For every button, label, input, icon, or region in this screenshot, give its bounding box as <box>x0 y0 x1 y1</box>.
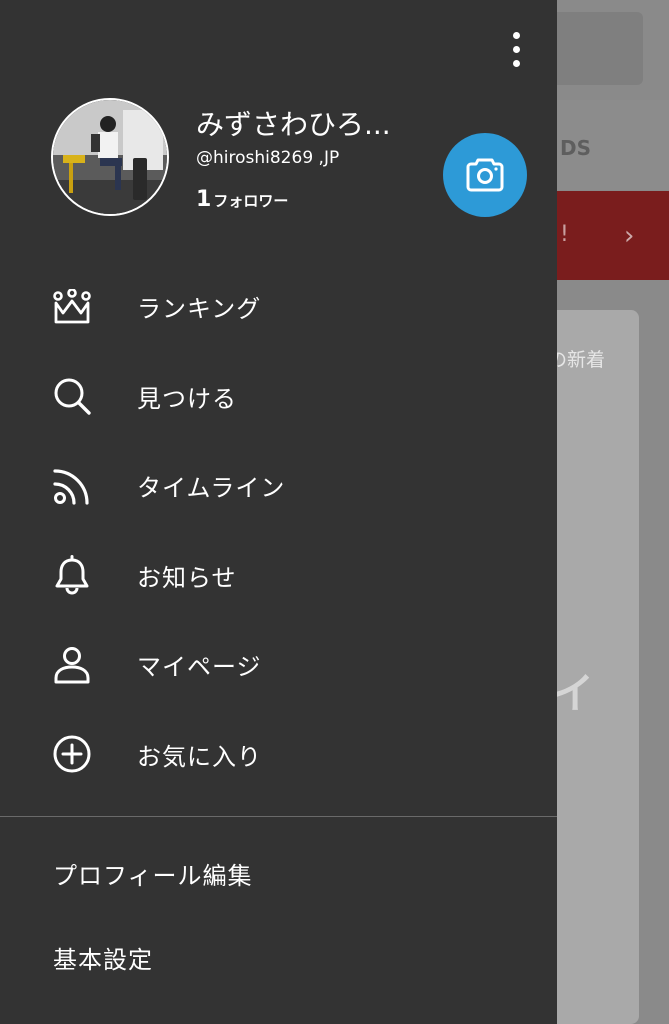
follower-count-value: 1 <box>196 187 212 212</box>
menu-item-label: お気に入り <box>137 742 262 771</box>
menu-item-discover[interactable]: 見つける <box>0 352 557 442</box>
avatar-photo <box>53 100 167 214</box>
background-banner-text: ! <box>560 222 569 247</box>
camera-icon <box>466 158 504 192</box>
more-vert-icon <box>512 31 520 39</box>
menu-item-label: 見つける <box>137 384 237 413</box>
add-circle-icon <box>51 733 93 775</box>
avatar[interactable] <box>51 98 169 216</box>
more-options-button[interactable] <box>498 26 534 72</box>
edit-profile-link[interactable]: プロフィール編集 <box>53 856 253 891</box>
menu-item-label: タイムライン <box>137 474 286 503</box>
background-tab-label: DS <box>560 136 592 160</box>
crown-icon <box>51 286 93 328</box>
rss-feed-icon <box>51 465 93 507</box>
menu-item-timeline[interactable]: タイムライン <box>0 441 557 531</box>
follower-count-label: フォロワー <box>213 192 289 210</box>
follower-count[interactable]: 1 フォロワー <box>196 187 288 212</box>
basic-settings-link[interactable]: 基本設定 <box>53 940 153 975</box>
chevron-right-icon: › <box>624 221 635 251</box>
background-banner <box>557 191 669 280</box>
user-name[interactable]: みずさわひろ... <box>196 103 391 143</box>
navigation-drawer: みずさわひろ... @hiroshi8269 ,JP 1フォロワー ランキング <box>0 0 557 1024</box>
person-icon <box>51 644 93 686</box>
menu-item-favorites[interactable]: お気に入り <box>0 710 557 800</box>
menu-item-notifications[interactable]: お知らせ <box>0 531 557 621</box>
user-handle: @hiroshi8269 ,JP <box>196 148 340 168</box>
menu-item-label: お知らせ <box>137 563 237 592</box>
menu-item-ranking[interactable]: ランキング <box>0 262 557 352</box>
background-card-big-text: イ <box>552 669 595 718</box>
menu-item-label: ランキング <box>137 295 262 324</box>
search-icon <box>51 375 93 417</box>
divider <box>0 816 557 817</box>
bell-icon <box>51 554 93 596</box>
menu-item-label: マイページ <box>137 653 262 682</box>
drawer-menu: ランキング 見つける タイムライン お知らせ マイページ お気に入り <box>0 262 557 799</box>
menu-item-mypage[interactable]: マイページ <box>0 620 557 710</box>
camera-button[interactable] <box>443 133 527 217</box>
